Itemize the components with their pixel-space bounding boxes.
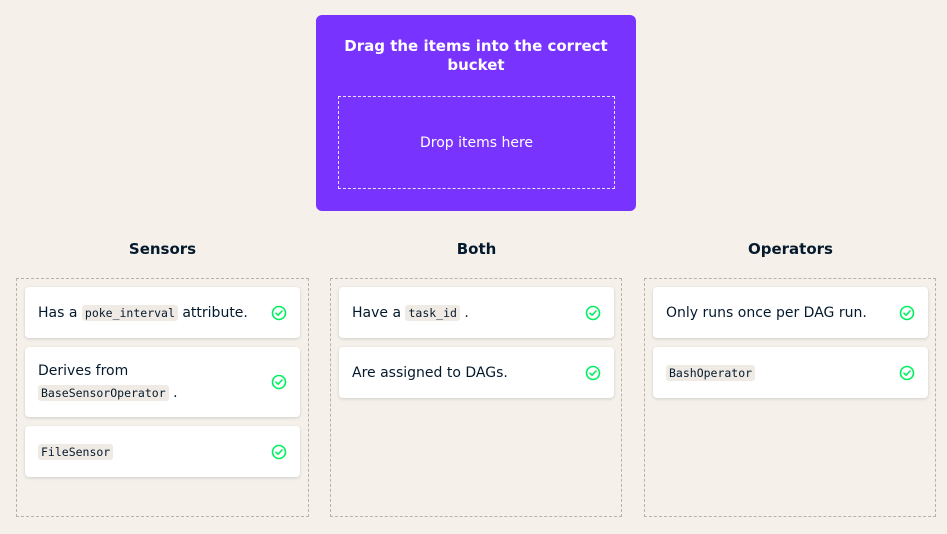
drop-zone[interactable]: Drop items here <box>338 96 615 189</box>
item-card[interactable]: BashOperator <box>653 347 928 398</box>
drop-zone-label: Drop items here <box>419 134 534 151</box>
bucket-title-operators: Operators <box>748 240 833 258</box>
check-circle-icon <box>899 365 915 380</box>
item-code: BashOperator <box>666 364 756 381</box>
item-code: FileSensor <box>38 443 114 460</box>
check-circle-icon <box>899 305 915 320</box>
instruction-title: Drag the items into the correct bucket <box>344 37 608 74</box>
item-text: Has a <box>38 304 82 321</box>
check-circle-icon <box>271 444 287 459</box>
item-code: poke_interval <box>81 304 178 321</box>
item-text: attribute. <box>177 304 248 321</box>
bucket-title-sensors: Sensors <box>128 240 197 258</box>
item-card[interactable]: Have a task_id . <box>339 287 614 338</box>
item-card[interactable]: Are assigned to DAGs. <box>339 347 614 398</box>
item-card[interactable]: FileSensor <box>25 426 300 477</box>
item-text: Only runs once per DAG run. <box>666 304 867 321</box>
check-circle-icon <box>585 305 601 320</box>
item-code: task_id <box>405 304 460 321</box>
item-code: BaseSensorOperator <box>38 385 169 401</box>
check-circle-icon <box>585 365 601 380</box>
check-circle-icon <box>271 305 287 320</box>
bucket-both[interactable]: Have a task_id . Are assigned to DAGs. <box>330 278 622 517</box>
item-text: . <box>168 385 178 401</box>
item-card[interactable]: Derives from BaseSensorOperator . <box>25 347 300 417</box>
instruction-panel: Drag the items into the correct bucket D… <box>316 15 636 211</box>
item-text: Are assigned to DAGs. <box>352 364 508 381</box>
item-text: Have a <box>352 304 406 321</box>
bucket-sensors[interactable]: Has a poke_interval attribute. Derives f… <box>16 278 309 517</box>
item-card[interactable]: Only runs once per DAG run. <box>653 287 928 338</box>
bucket-operators[interactable]: Only runs once per DAG run. BashOperator <box>644 278 936 517</box>
item-card[interactable]: Has a poke_interval attribute. <box>25 287 300 338</box>
item-text: Derives from <box>38 363 129 379</box>
bucket-title-both: Both <box>456 240 497 258</box>
check-circle-icon <box>271 374 287 390</box>
item-text: . <box>459 304 469 321</box>
